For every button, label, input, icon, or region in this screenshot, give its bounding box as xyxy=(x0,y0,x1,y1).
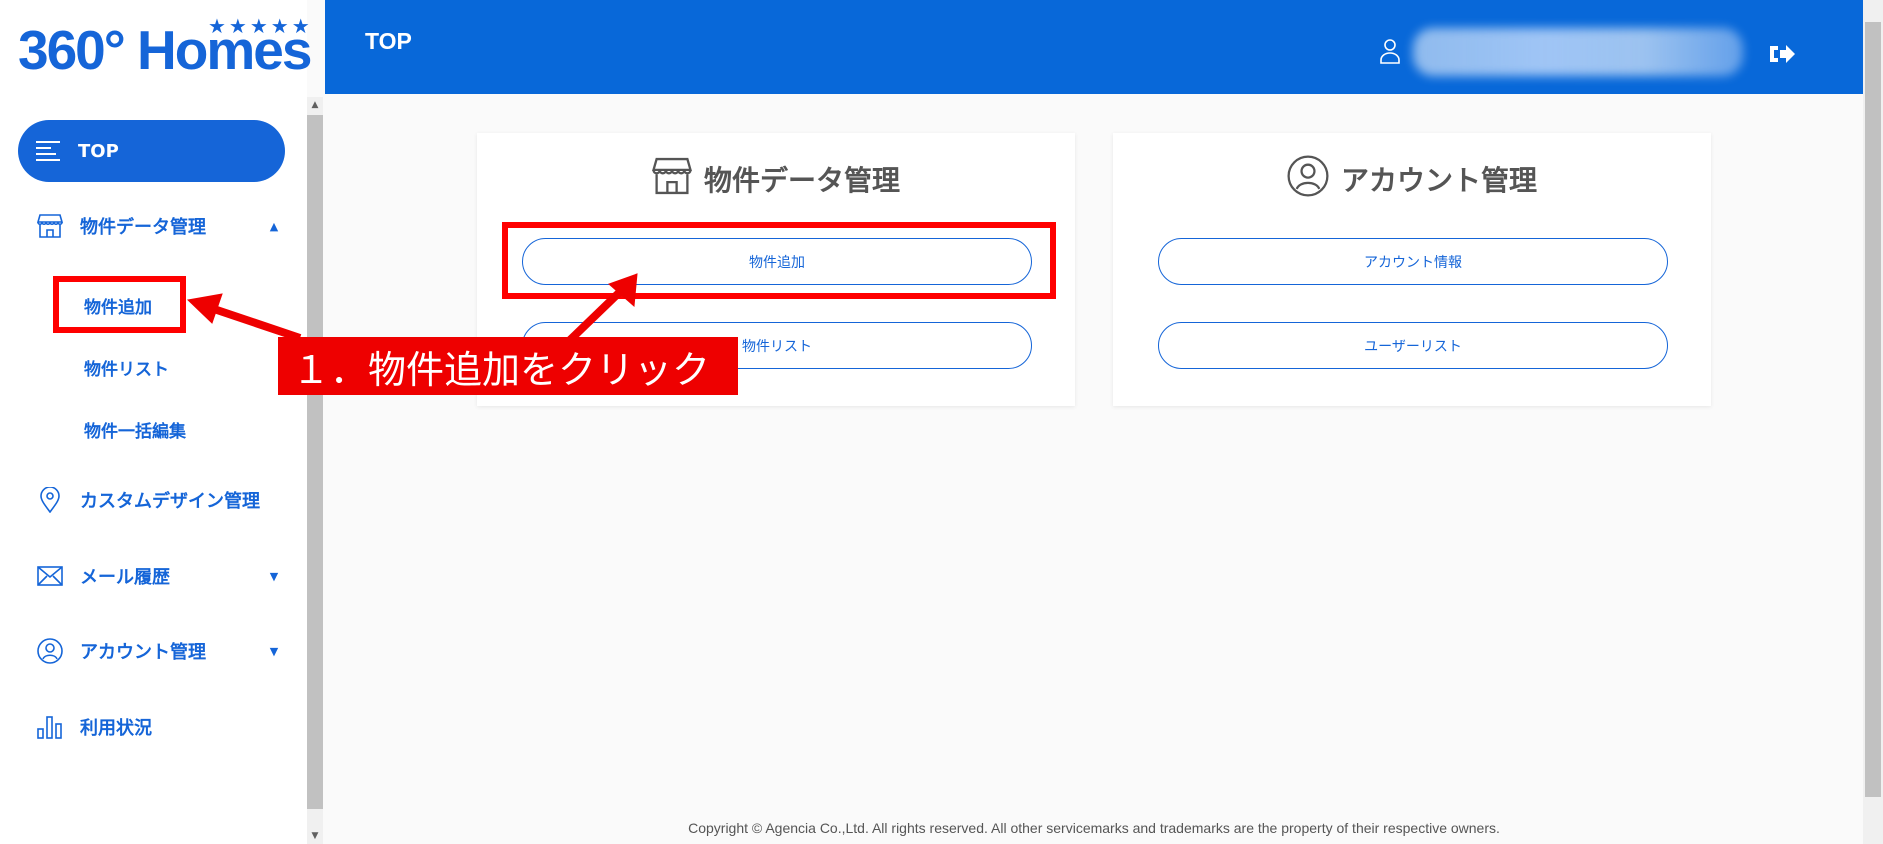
arrow-to-sidebar-head xyxy=(186,293,223,324)
annotation-arrows xyxy=(186,273,638,343)
arrow-to-sidebar-line xyxy=(206,303,302,342)
annotation-callout: １．物件追加をクリック xyxy=(278,337,738,395)
footer-copyright: Copyright © Agencia Co.,Ltd. All rights … xyxy=(688,820,1500,836)
arrow-to-button-line xyxy=(567,283,629,343)
